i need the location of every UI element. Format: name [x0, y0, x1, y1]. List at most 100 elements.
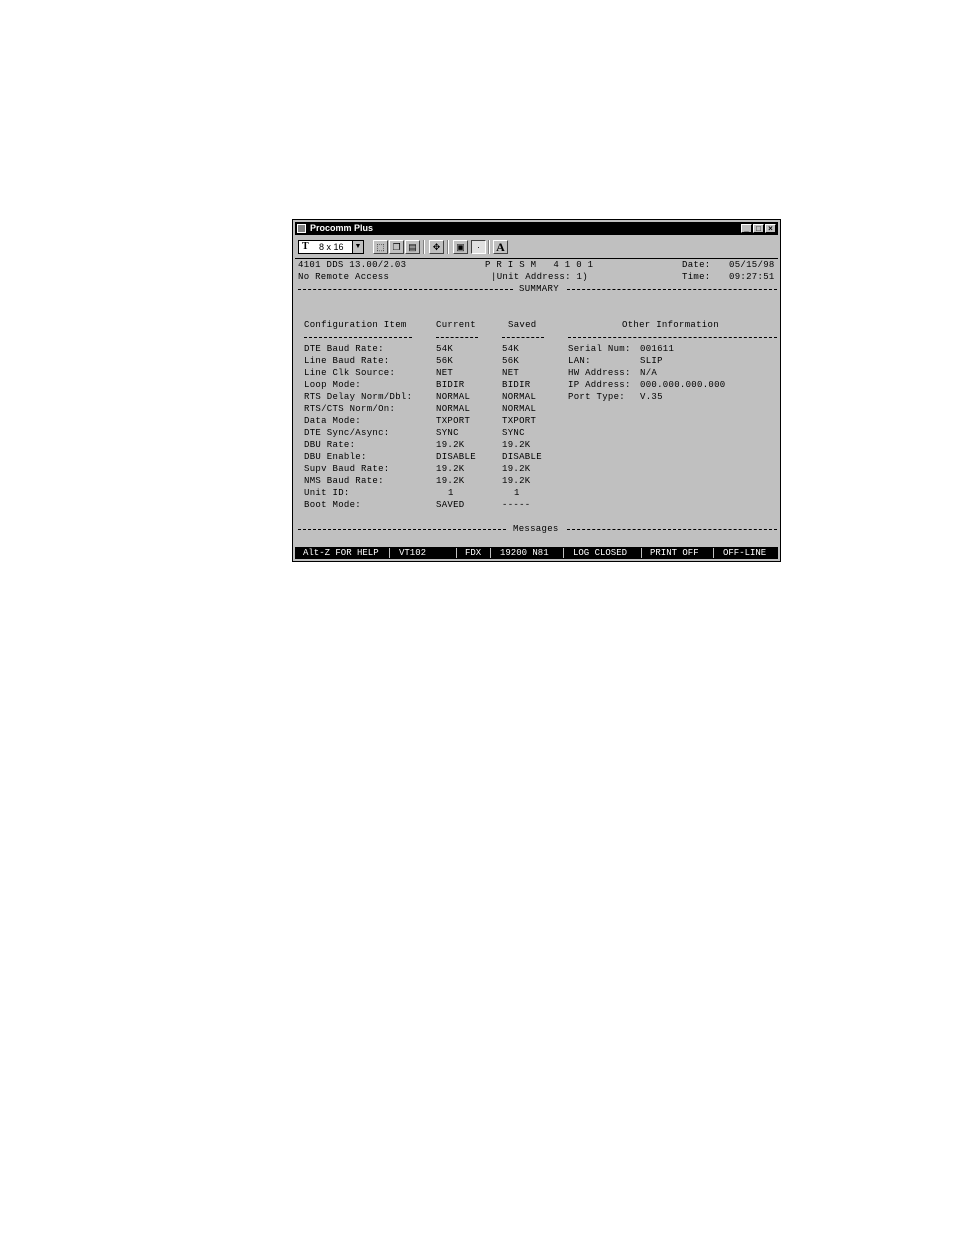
- status-terminal[interactable]: VT102: [399, 547, 426, 559]
- remote-access-text: No Remote Access: [298, 272, 390, 282]
- dropdown-arrow-icon[interactable]: ▼: [352, 241, 363, 253]
- status-divider: [563, 548, 564, 558]
- current-value: 1: [448, 488, 454, 498]
- current-value: 19.2K: [436, 464, 465, 474]
- close-button[interactable]: ×: [765, 224, 776, 233]
- current-value: NORMAL: [436, 404, 471, 414]
- copy-icon[interactable]: ❐: [389, 240, 404, 254]
- status-print[interactable]: PRINT OFF: [650, 547, 699, 559]
- current-value: DISABLE: [436, 452, 476, 462]
- other-info-label: IP Address:: [568, 380, 631, 390]
- title-bar[interactable]: Procomm Plus _ □ ×: [295, 222, 778, 235]
- current-value: 54K: [436, 344, 454, 354]
- saved-value: BIDIR: [502, 380, 531, 390]
- version-text: 4101 DDS 13.00/2.03: [298, 260, 407, 270]
- header-config-item: Configuration Item: [304, 320, 407, 330]
- divider-line: [298, 289, 513, 290]
- status-log[interactable]: LOG CLOSED: [573, 547, 627, 559]
- saved-value: 19.2K: [502, 440, 531, 450]
- other-info-label: LAN:: [568, 356, 591, 366]
- status-divider: [456, 548, 457, 558]
- status-divider: [641, 548, 642, 558]
- messages-title: Messages: [513, 524, 559, 534]
- config-item-label: Line Baud Rate:: [304, 356, 390, 366]
- current-value: TXPORT: [436, 416, 471, 426]
- divider-line: [298, 529, 506, 530]
- other-info-label: Serial Num:: [568, 344, 631, 354]
- window-title: Procomm Plus: [310, 223, 374, 233]
- toolbar-separator: [423, 240, 425, 254]
- current-value: 19.2K: [436, 440, 465, 450]
- saved-value: 54K: [502, 344, 520, 354]
- saved-value: SYNC: [502, 428, 525, 438]
- terminal-screen[interactable]: 4101 DDS 13.00/2.03 P R I S M 4 1 0 1 Da…: [295, 258, 778, 547]
- unit-address-text: |Unit Address: 1): [491, 272, 588, 282]
- header-underline: [304, 337, 412, 338]
- saved-value: 19.2K: [502, 476, 531, 486]
- minimize-button[interactable]: _: [741, 224, 752, 233]
- header-saved: Saved: [508, 320, 537, 330]
- config-item-label: Unit ID:: [304, 488, 350, 498]
- status-line[interactable]: OFF-LINE: [723, 547, 766, 559]
- header-underline: [568, 337, 777, 338]
- config-item-label: Data Mode:: [304, 416, 362, 426]
- current-value: BIDIR: [436, 380, 465, 390]
- current-value: 19.2K: [436, 476, 465, 486]
- saved-value: NET: [502, 368, 520, 378]
- select-all-icon[interactable]: ⬚: [373, 240, 388, 254]
- status-divider: [389, 548, 390, 558]
- current-value: NORMAL: [436, 392, 471, 402]
- time-label: Time:: [682, 272, 711, 282]
- config-item-label: RTS/CTS Norm/On:: [304, 404, 396, 414]
- status-divider: [490, 548, 491, 558]
- header-other-info: Other Information: [622, 320, 719, 330]
- config-item-label: RTS Delay Norm/Dbl:: [304, 392, 413, 402]
- maximize-button[interactable]: □: [753, 224, 764, 233]
- status-divider: [713, 548, 714, 558]
- saved-value: TXPORT: [502, 416, 537, 426]
- toolbar-separator: [488, 240, 490, 254]
- status-duplex[interactable]: FDX: [465, 547, 481, 559]
- font-icon[interactable]: A: [493, 240, 508, 254]
- status-settings[interactable]: 19200 N81: [500, 547, 549, 559]
- saved-value: DISABLE: [502, 452, 542, 462]
- config-item-label: DBU Enable:: [304, 452, 367, 462]
- divider-line: [567, 529, 777, 530]
- other-info-value: SLIP: [640, 356, 663, 366]
- product-name: P R I S M 4 1 0 1: [485, 260, 594, 270]
- saved-value: NORMAL: [502, 404, 537, 414]
- config-item-label: DBU Rate:: [304, 440, 356, 450]
- saved-value: NORMAL: [502, 392, 537, 402]
- paste-icon[interactable]: ▤: [405, 240, 420, 254]
- font-size-value: 8 x 16: [319, 242, 344, 252]
- header-underline: [502, 337, 544, 338]
- config-item-label: Line Clk Source:: [304, 368, 396, 378]
- summary-title: SUMMARY: [519, 284, 559, 294]
- current-value: 56K: [436, 356, 454, 366]
- config-item-label: NMS Baud Rate:: [304, 476, 384, 486]
- procomm-window: Procomm Plus _ □ × T 8 x 16 ▼ ⬚ ❐ ▤ ✥ ▣ …: [292, 219, 781, 562]
- header-current: Current: [436, 320, 476, 330]
- font-size-select[interactable]: T 8 x 16 ▼: [298, 240, 364, 254]
- current-value: NET: [436, 368, 454, 378]
- app-icon[interactable]: [297, 224, 306, 233]
- divider-line: [567, 289, 777, 290]
- status-help[interactable]: Alt-Z FOR HELP: [303, 547, 379, 559]
- config-item-label: Supv Baud Rate:: [304, 464, 390, 474]
- tt-font-icon: T: [302, 241, 309, 252]
- clipboard-icon[interactable]: ▣: [453, 240, 468, 254]
- saved-value: 19.2K: [502, 464, 531, 474]
- saved-value: 56K: [502, 356, 520, 366]
- date-label: Date:: [682, 260, 711, 270]
- time-value: 09:27:51: [729, 272, 775, 282]
- cursor-icon[interactable]: ·: [471, 240, 486, 254]
- move-icon[interactable]: ✥: [429, 240, 444, 254]
- other-info-value: N/A: [640, 368, 658, 378]
- date-value: 05/15/98: [729, 260, 775, 270]
- other-info-value: 000.000.000.000: [640, 380, 726, 390]
- status-bar: Alt-Z FOR HELP VT102 FDX 19200 N81 LOG C…: [295, 547, 778, 559]
- toolbar-separator: [447, 240, 449, 254]
- current-value: SAVED: [436, 500, 465, 510]
- header-underline: [436, 337, 478, 338]
- saved-value: -----: [502, 500, 531, 510]
